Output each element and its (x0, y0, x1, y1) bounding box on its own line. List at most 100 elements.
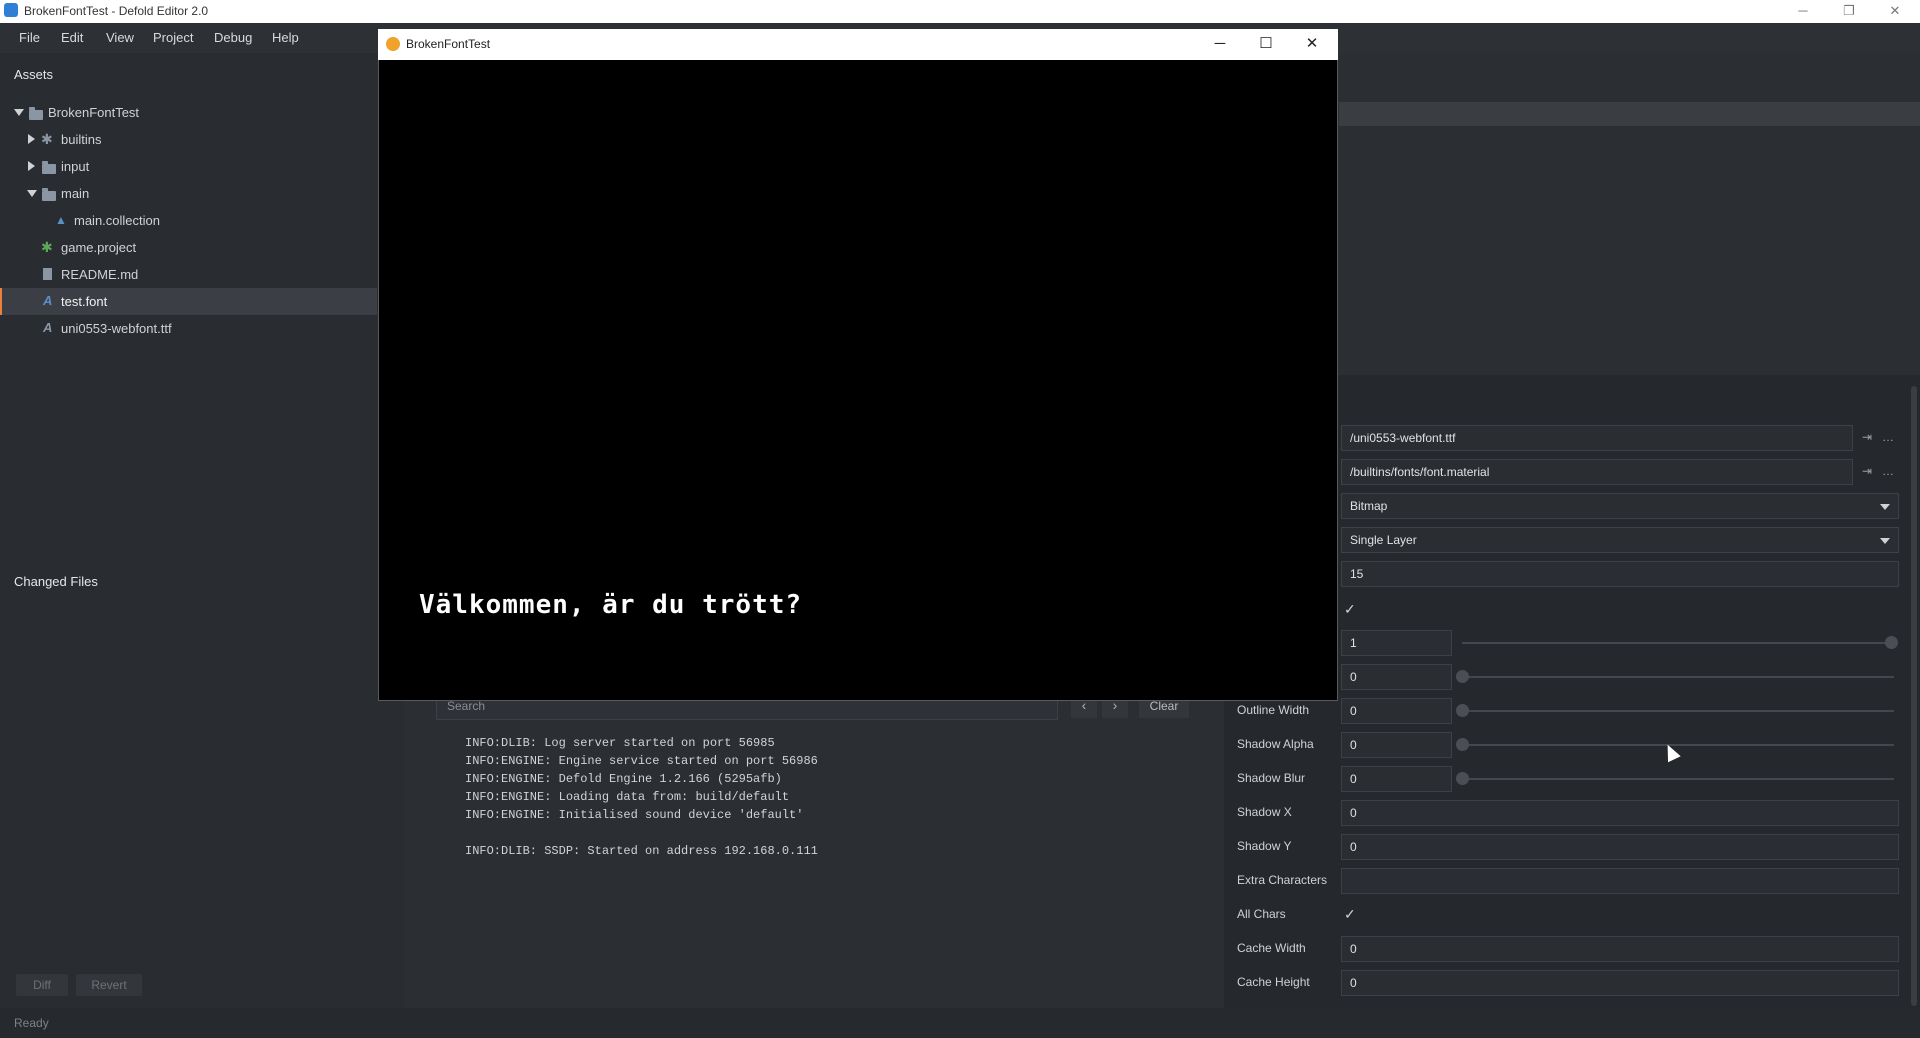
font-icon: A (43, 293, 53, 308)
cache-width-value: 0 (1350, 942, 1357, 956)
outline-width-label: Outline Width (1237, 703, 1310, 717)
menu-edit[interactable]: Edit (61, 30, 83, 45)
shadow-alpha-slider-track[interactable] (1462, 744, 1894, 746)
minimize-button[interactable]: ─ (1780, 0, 1826, 23)
game-rendered-text: Välkommen, är du trött? (419, 590, 803, 620)
outline-width-slider-handle[interactable] (1456, 704, 1469, 717)
outline-width-value: 0 (1350, 704, 1357, 718)
output-format-value: Bitmap (1350, 499, 1388, 513)
outline-alpha-slider-track[interactable] (1462, 676, 1894, 678)
close-button[interactable]: ✕ (1872, 0, 1918, 23)
font-icon: A (43, 320, 53, 335)
restore-button[interactable]: ❐ (1826, 0, 1872, 23)
menu-file[interactable]: File (19, 30, 40, 45)
changed-files-header: Changed Files (14, 574, 98, 589)
tree-item-label: input (61, 159, 90, 174)
expand-arrow-icon[interactable] (14, 109, 24, 116)
size-field[interactable]: 15 (1341, 561, 1899, 587)
shadow-blur-slider-handle[interactable] (1456, 772, 1469, 785)
alpha-value: 1 (1350, 636, 1357, 650)
goto-file-icon[interactable]: ⇥ (1862, 430, 1872, 444)
log-line: INFO:ENGINE: Initialised sound device 'd… (465, 808, 804, 822)
material-path-field[interactable]: /builtins/fonts/font.material (1341, 459, 1853, 485)
editor-title-bar: BrokenFontTest - Defold Editor 2.0 ─ ❐ ✕ (0, 0, 1920, 23)
outline-width-slider-track[interactable] (1462, 710, 1894, 712)
shadow-alpha-slider-handle[interactable] (1456, 738, 1469, 751)
menu-project[interactable]: Project (153, 30, 193, 45)
status-bar: Ready (0, 1008, 1920, 1038)
game-app-icon (386, 37, 400, 51)
outline-alpha-value: 0 (1350, 670, 1357, 684)
shadow-blur-field[interactable]: 0 (1341, 766, 1452, 792)
outline-width-field[interactable]: 0 (1341, 698, 1452, 724)
antialias-checkbox[interactable]: ✓ (1344, 601, 1360, 617)
menu-debug[interactable]: Debug (214, 30, 252, 45)
game-minimize-button[interactable]: ─ (1200, 31, 1240, 57)
size-value: 15 (1350, 567, 1364, 581)
collapse-arrow-icon[interactable] (28, 134, 35, 144)
cache-height-field[interactable]: 0 (1341, 970, 1899, 996)
shadow-x-label: Shadow X (1237, 805, 1292, 819)
outline-alpha-field[interactable]: 0 (1341, 664, 1452, 690)
shadow-alpha-label: Shadow Alpha (1237, 737, 1314, 751)
gear-icon: ✱ (41, 239, 53, 255)
tree-item-label: main.collection (74, 213, 160, 228)
outline-alpha-slider-handle[interactable] (1456, 670, 1469, 683)
all-chars-checkbox[interactable]: ✓ (1344, 906, 1360, 922)
tree-item-builtins[interactable]: ✱ builtins (0, 126, 377, 153)
cache-height-value: 0 (1350, 976, 1357, 990)
revert-button[interactable]: Revert (76, 974, 142, 996)
browse-file-icon[interactable]: … (1882, 430, 1894, 444)
shadow-x-field[interactable]: 0 (1341, 800, 1899, 826)
extra-characters-field[interactable] (1341, 868, 1899, 894)
shadow-blur-slider-track[interactable] (1462, 778, 1894, 780)
outline-selected-row[interactable] (1339, 102, 1920, 126)
browse-file-icon[interactable]: … (1882, 464, 1894, 478)
properties-scrollbar[interactable] (1911, 386, 1917, 1006)
defold-logo-icon (4, 3, 18, 17)
shadow-alpha-field[interactable]: 0 (1341, 732, 1452, 758)
gear-icon: ✱ (41, 131, 53, 147)
cache-width-field[interactable]: 0 (1341, 936, 1899, 962)
alpha-slider-track[interactable] (1462, 642, 1894, 644)
tree-item-readme[interactable]: README.md (0, 261, 377, 288)
game-window-title-bar: BrokenFontTest ─ ☐ ✕ (378, 29, 1338, 60)
log-line: INFO:DLIB: SSDP: Started on address 192.… (465, 844, 818, 858)
goto-file-icon[interactable]: ⇥ (1862, 464, 1872, 478)
render-mode-select[interactable]: Single Layer (1341, 527, 1899, 553)
alpha-slider-handle[interactable] (1885, 636, 1898, 649)
tree-item-uni0553-webfont[interactable]: A uni0553-webfont.ttf (0, 315, 377, 342)
game-maximize-button[interactable]: ☐ (1246, 31, 1286, 57)
tree-item-main-collection[interactable]: ▲ main.collection (0, 207, 377, 234)
cache-height-label: Cache Height (1237, 975, 1310, 989)
material-path-value: /builtins/fonts/font.material (1350, 465, 1490, 479)
folder-icon (29, 107, 43, 120)
all-chars-label: All Chars (1237, 907, 1286, 921)
tree-item-test-font[interactable]: A test.font (0, 288, 377, 315)
menu-help[interactable]: Help (272, 30, 299, 45)
chevron-down-icon (1880, 504, 1890, 510)
folder-icon (42, 161, 56, 174)
assets-header: Assets (14, 67, 54, 82)
game-close-button[interactable]: ✕ (1292, 31, 1332, 57)
diff-button[interactable]: Diff (16, 974, 68, 996)
shadow-y-field[interactable]: 0 (1341, 834, 1899, 860)
font-path-field[interactable]: /uni0553-webfont.ttf (1341, 425, 1853, 451)
collapse-arrow-icon[interactable] (28, 161, 35, 171)
output-format-select[interactable]: Bitmap (1341, 493, 1899, 519)
tree-item-label: BrokenFontTest (48, 105, 140, 120)
tree-item-main[interactable]: main (0, 180, 377, 207)
tree-item-label: test.font (61, 294, 108, 309)
window-title: BrokenFontTest - Defold Editor 2.0 (24, 4, 209, 18)
extra-characters-label: Extra Characters (1237, 873, 1328, 887)
tree-item-label: game.project (61, 240, 137, 255)
menu-view[interactable]: View (106, 30, 134, 45)
tree-item-input[interactable]: input (0, 153, 377, 180)
tree-item-brokenfonttest[interactable]: BrokenFontTest (0, 99, 377, 126)
game-window-title: BrokenFontTest (406, 37, 491, 51)
collection-icon: ▲ (55, 213, 67, 227)
expand-arrow-icon[interactable] (27, 190, 37, 197)
alpha-field[interactable]: 1 (1341, 630, 1452, 656)
cache-width-label: Cache Width (1237, 941, 1306, 955)
tree-item-game-project[interactable]: ✱ game.project (0, 234, 377, 261)
